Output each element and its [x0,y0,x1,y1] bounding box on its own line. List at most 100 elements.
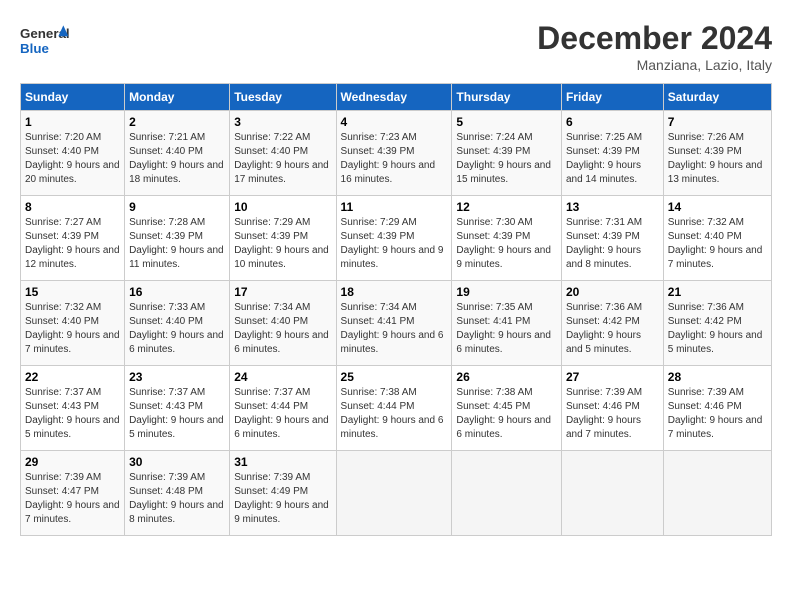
day-number: 12 [456,200,557,214]
week-row-1: 1 Sunrise: 7:20 AMSunset: 4:40 PMDaylight… [21,111,772,196]
day-info: Sunrise: 7:37 AMSunset: 4:44 PMDaylight:… [234,386,331,442]
calendar-cell: 28 Sunrise: 7:39 AMSunset: 4:46 PMDayligh… [663,366,771,451]
day-info: Sunrise: 7:33 AMSunset: 4:40 PMDaylight:… [129,301,225,357]
day-info: Sunrise: 7:32 AMSunset: 4:40 PMDaylight:… [668,216,767,272]
calendar-cell: 20 Sunrise: 7:36 AMSunset: 4:42 PMDayligh… [561,281,663,366]
day-info: Sunrise: 7:27 AMSunset: 4:39 PMDaylight:… [25,216,120,272]
day-info: Sunrise: 7:20 AMSunset: 4:40 PMDaylight:… [25,131,120,187]
day-number: 26 [456,370,557,384]
calendar-cell [452,451,562,536]
day-number: 16 [129,285,225,299]
day-info: Sunrise: 7:22 AMSunset: 4:40 PMDaylight:… [234,131,331,187]
logo-icon: General Blue [20,20,70,60]
calendar-cell: 17 Sunrise: 7:34 AMSunset: 4:40 PMDayligh… [230,281,336,366]
day-info: Sunrise: 7:31 AMSunset: 4:39 PMDaylight:… [566,216,659,272]
day-number: 18 [341,285,448,299]
header-cell-thursday: Thursday [452,84,562,111]
calendar-cell: 22Sunrise: 7:37 AMSunset: 4:43 PMDayligh… [21,366,125,451]
day-info: Sunrise: 7:35 AMSunset: 4:41 PMDaylight:… [456,301,557,357]
day-number: 15 [25,285,120,299]
day-info: Sunrise: 7:34 AMSunset: 4:40 PMDaylight:… [234,301,331,357]
day-info: Sunrise: 7:29 AMSunset: 4:39 PMDaylight:… [341,216,448,272]
header-cell-monday: Monday [125,84,230,111]
calendar-cell: 27 Sunrise: 7:39 AMSunset: 4:46 PMDayligh… [561,366,663,451]
day-number: 17 [234,285,331,299]
day-number: 29 [25,455,120,469]
day-info: Sunrise: 7:36 AMSunset: 4:42 PMDaylight:… [566,301,659,357]
week-row-3: 15 Sunrise: 7:32 AMSunset: 4:40 PMDayligh… [21,281,772,366]
day-info: Sunrise: 7:30 AMSunset: 4:39 PMDaylight:… [456,216,557,272]
day-info: Sunrise: 7:29 AMSunset: 4:39 PMDaylight:… [234,216,331,272]
calendar-cell: 2 Sunrise: 7:21 AMSunset: 4:40 PMDaylight… [125,111,230,196]
week-row-2: 8Sunrise: 7:27 AMSunset: 4:39 PMDaylight… [21,196,772,281]
day-info: Sunrise: 7:39 AMSunset: 4:46 PMDaylight:… [566,386,659,442]
day-number: 31 [234,455,331,469]
day-number: 20 [566,285,659,299]
week-row-5: 29 Sunrise: 7:39 AMSunset: 4:47 PMDayligh… [21,451,772,536]
day-number: 13 [566,200,659,214]
title-block: December 2024 Manziana, Lazio, Italy [537,20,772,73]
day-info: Sunrise: 7:25 AMSunset: 4:39 PMDaylight:… [566,131,659,187]
day-number: 24 [234,370,331,384]
calendar-cell: 21Sunrise: 7:36 AMSunset: 4:42 PMDayligh… [663,281,771,366]
header-cell-friday: Friday [561,84,663,111]
day-number: 5 [456,115,557,129]
day-info: Sunrise: 7:38 AMSunset: 4:44 PMDaylight:… [341,386,448,442]
calendar-body: 1 Sunrise: 7:20 AMSunset: 4:40 PMDaylight… [21,111,772,536]
calendar-cell: 29 Sunrise: 7:39 AMSunset: 4:47 PMDayligh… [21,451,125,536]
day-number: 30 [129,455,225,469]
calendar-cell: 13 Sunrise: 7:31 AMSunset: 4:39 PMDayligh… [561,196,663,281]
day-number: 22 [25,370,120,384]
day-info: Sunrise: 7:37 AMSunset: 4:43 PMDaylight:… [129,386,225,442]
day-info: Sunrise: 7:24 AMSunset: 4:39 PMDaylight:… [456,131,557,187]
calendar-cell: 12 Sunrise: 7:30 AMSunset: 4:39 PMDayligh… [452,196,562,281]
day-info: Sunrise: 7:28 AMSunset: 4:39 PMDaylight:… [129,216,225,272]
calendar-cell: 24 Sunrise: 7:37 AMSunset: 4:44 PMDayligh… [230,366,336,451]
svg-text:Blue: Blue [20,41,49,56]
day-info: Sunrise: 7:39 AMSunset: 4:49 PMDaylight:… [234,471,331,527]
day-number: 28 [668,370,767,384]
day-info: Sunrise: 7:23 AMSunset: 4:39 PMDaylight:… [341,131,448,187]
day-number: 11 [341,200,448,214]
day-number: 7 [668,115,767,129]
day-number: 2 [129,115,225,129]
calendar-cell: 25Sunrise: 7:38 AMSunset: 4:44 PMDayligh… [336,366,452,451]
calendar-cell: 7 Sunrise: 7:26 AMSunset: 4:39 PMDaylight… [663,111,771,196]
header-cell-wednesday: Wednesday [336,84,452,111]
calendar-header-row: SundayMondayTuesdayWednesdayThursdayFrid… [21,84,772,111]
page-header: General Blue December 2024 Manziana, Laz… [20,20,772,73]
day-number: 9 [129,200,225,214]
day-info: Sunrise: 7:36 AMSunset: 4:42 PMDaylight:… [668,301,767,357]
day-info: Sunrise: 7:39 AMSunset: 4:48 PMDaylight:… [129,471,225,527]
location: Manziana, Lazio, Italy [537,57,772,73]
day-number: 4 [341,115,448,129]
day-info: Sunrise: 7:34 AMSunset: 4:41 PMDaylight:… [341,301,448,357]
calendar-cell: 18 Sunrise: 7:34 AMSunset: 4:41 PMDayligh… [336,281,452,366]
day-info: Sunrise: 7:39 AMSunset: 4:46 PMDaylight:… [668,386,767,442]
calendar-cell [561,451,663,536]
calendar-cell: 30 Sunrise: 7:39 AMSunset: 4:48 PMDayligh… [125,451,230,536]
day-info: Sunrise: 7:26 AMSunset: 4:39 PMDaylight:… [668,131,767,187]
calendar-cell: 8Sunrise: 7:27 AMSunset: 4:39 PMDaylight… [21,196,125,281]
day-number: 27 [566,370,659,384]
calendar-cell: 23Sunrise: 7:37 AMSunset: 4:43 PMDayligh… [125,366,230,451]
day-info: Sunrise: 7:38 AMSunset: 4:45 PMDaylight:… [456,386,557,442]
day-info: Sunrise: 7:32 AMSunset: 4:40 PMDaylight:… [25,301,120,357]
header-cell-sunday: Sunday [21,84,125,111]
calendar-cell: 6Sunrise: 7:25 AMSunset: 4:39 PMDaylight… [561,111,663,196]
day-number: 19 [456,285,557,299]
calendar-cell [663,451,771,536]
calendar-cell: 31 Sunrise: 7:39 AMSunset: 4:49 PMDayligh… [230,451,336,536]
day-info: Sunrise: 7:21 AMSunset: 4:40 PMDaylight:… [129,131,225,187]
calendar-cell: 26 Sunrise: 7:38 AMSunset: 4:45 PMDayligh… [452,366,562,451]
calendar-cell: 11 Sunrise: 7:29 AMSunset: 4:39 PMDayligh… [336,196,452,281]
calendar-cell: 10Sunrise: 7:29 AMSunset: 4:39 PMDayligh… [230,196,336,281]
day-info: Sunrise: 7:39 AMSunset: 4:47 PMDaylight:… [25,471,120,527]
day-number: 14 [668,200,767,214]
calendar-cell: 5 Sunrise: 7:24 AMSunset: 4:39 PMDaylight… [452,111,562,196]
calendar-cell: 1 Sunrise: 7:20 AMSunset: 4:40 PMDaylight… [21,111,125,196]
logo: General Blue [20,20,74,60]
calendar-cell: 14 Sunrise: 7:32 AMSunset: 4:40 PMDayligh… [663,196,771,281]
calendar-cell [336,451,452,536]
day-number: 1 [25,115,120,129]
